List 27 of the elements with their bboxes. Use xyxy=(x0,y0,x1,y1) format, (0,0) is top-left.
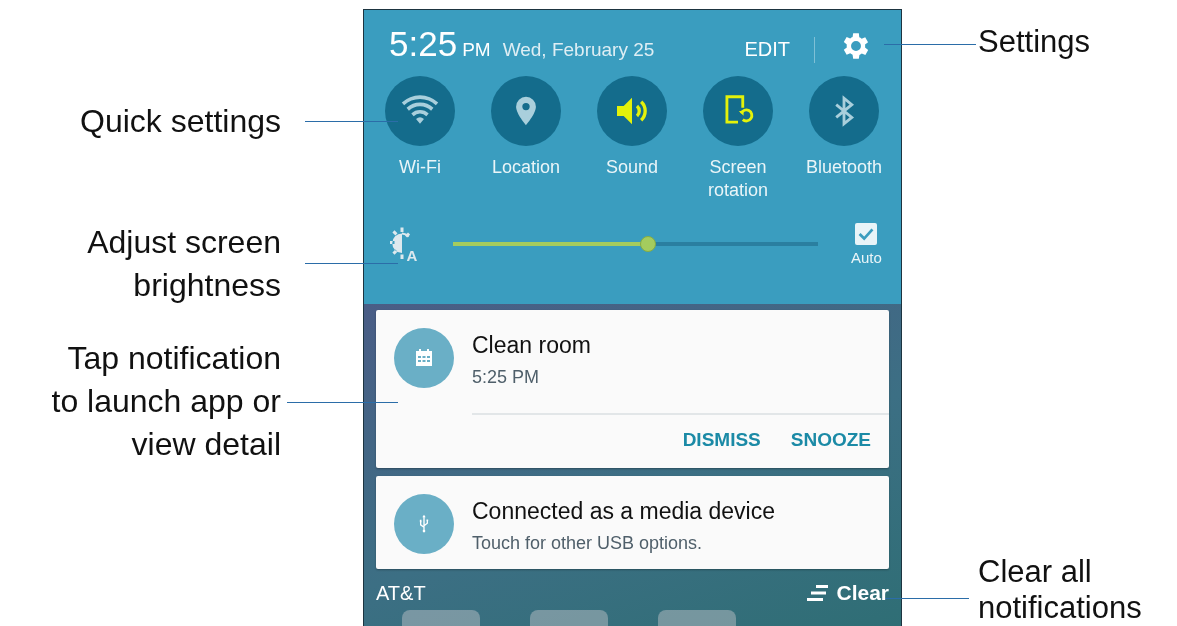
auto-checkbox[interactable] xyxy=(855,222,878,245)
notification-title: Clean room xyxy=(472,332,591,359)
quick-toggle[interactable]: Wi-Fi xyxy=(367,76,473,202)
clock-ampm: PM xyxy=(462,39,491,61)
notification-card[interactable]: Clean room 5:25 PM DISMISS SNOOZE xyxy=(376,310,889,468)
quick-toggle[interactable]: Location xyxy=(473,76,579,202)
notification-title: Connected as a media device xyxy=(472,498,776,525)
notification-action[interactable]: DISMISS xyxy=(682,429,761,451)
carrier-label: AT&T xyxy=(376,581,426,605)
notification-subtitle: Touch for other USB options. xyxy=(472,533,704,554)
callout-label: Quick settings xyxy=(80,102,281,141)
clear-button[interactable]: Clear xyxy=(806,581,889,605)
clock-time: 5:25 xyxy=(389,24,458,64)
auto-label: Auto xyxy=(851,248,882,266)
date-label: Wed, February 25 xyxy=(502,39,655,61)
quick-toggle[interactable]: Bluetooth xyxy=(791,76,897,202)
quick-toggle[interactable]: Screen rotation xyxy=(685,76,791,202)
callout-label: Adjust screen brightness xyxy=(87,223,281,305)
quick-toggle[interactable]: Sound xyxy=(579,76,685,202)
notification-action[interactable]: SNOOZE xyxy=(790,429,871,451)
clear-lines-icon xyxy=(806,583,831,603)
notification-card[interactable]: Connected as a media device Touch for other USB options. xyxy=(376,476,889,569)
callout-label: Settings xyxy=(978,24,1090,60)
notification-subtitle: 5:25 PM xyxy=(472,367,541,388)
edit-button[interactable]: EDIT xyxy=(744,38,790,61)
callout-label: Clear all notifications xyxy=(978,554,1142,626)
callout-label: Tap notification to launch app or view detail xyxy=(51,339,281,464)
